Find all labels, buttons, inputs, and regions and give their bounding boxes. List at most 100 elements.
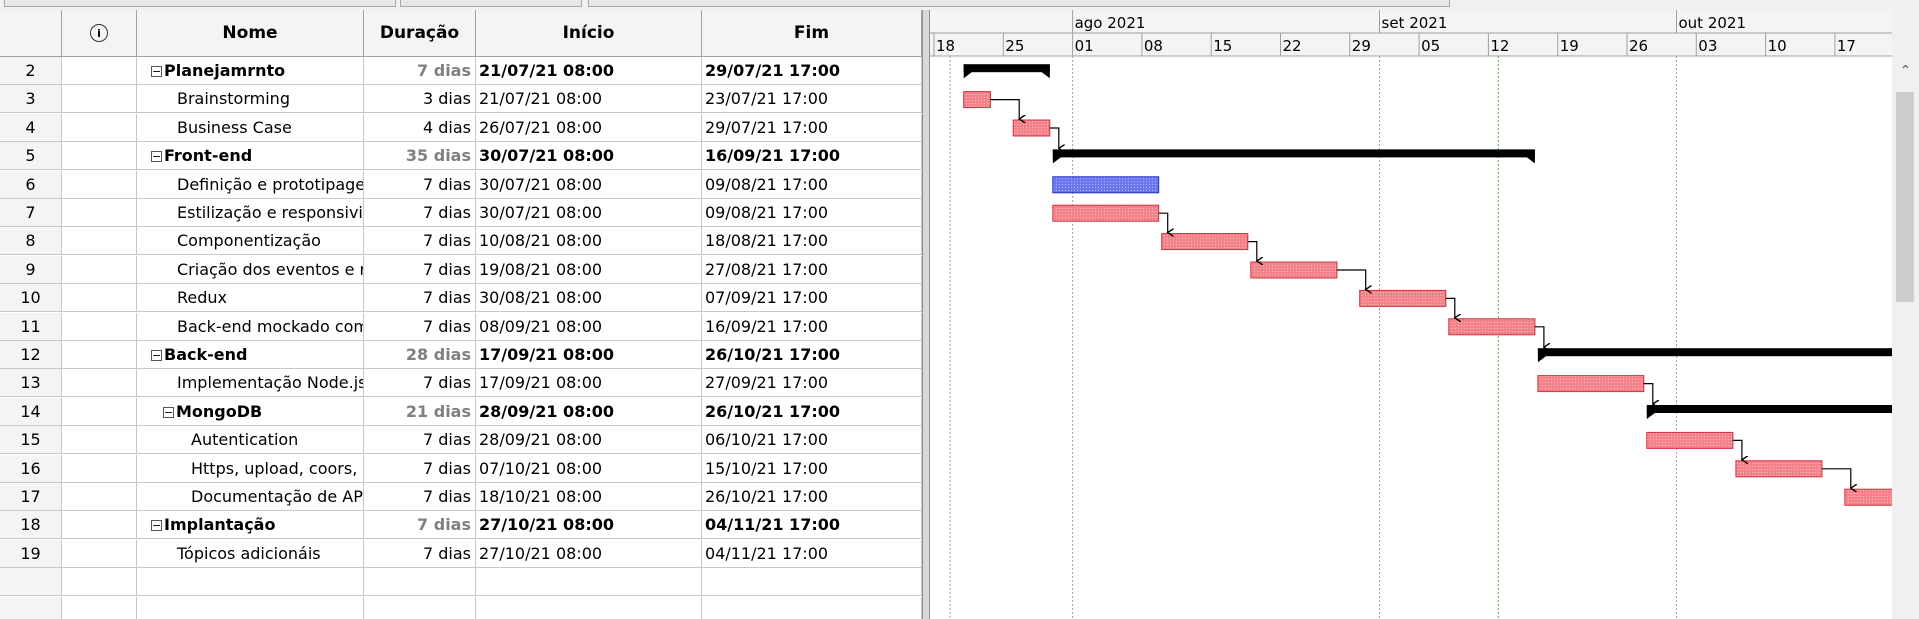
pane-splitter[interactable] (922, 10, 930, 619)
task-finish[interactable]: 26/10/21 17:00 (702, 397, 922, 425)
row-id[interactable]: 4 (0, 113, 62, 141)
toolbar-tab[interactable] (400, 0, 582, 7)
row-id[interactable]: 15 (0, 426, 62, 454)
empty-cell[interactable] (0, 596, 62, 619)
task-name-cell[interactable]: − Back-end (137, 341, 364, 368)
row-id[interactable]: 9 (0, 255, 62, 283)
collapse-toggle-icon[interactable]: − (163, 406, 174, 418)
row-id[interactable]: 17 (0, 483, 62, 510)
empty-cell[interactable] (137, 568, 364, 596)
gantt-vertical-scrollbar[interactable]: ⌃ (1892, 56, 1919, 619)
collapse-toggle-icon[interactable]: − (151, 66, 162, 77)
task-finish[interactable]: 26/10/21 17:00 (702, 483, 922, 510)
empty-row[interactable] (0, 596, 922, 619)
collapse-toggle-icon[interactable]: − (151, 151, 162, 163)
task-duration[interactable]: 7 dias (364, 426, 476, 454)
task-name-cell[interactable]: − Implantação (137, 511, 364, 539)
table-row[interactable]: 14− MongoDB 21 dias 28/09/21 08:00 26/10/21 … (0, 397, 922, 426)
empty-cell[interactable] (62, 568, 137, 596)
task-finish[interactable]: 27/08/21 17:00 (702, 255, 922, 283)
collapse-toggle-icon[interactable]: − (151, 350, 162, 361)
task-start[interactable]: 28/09/21 08:00 (476, 426, 702, 454)
table-row[interactable]: 19 Tópicos adicionáis 7 dias 27/10/21 08:00… (0, 539, 922, 568)
row-id[interactable]: 5 (0, 142, 62, 170)
task-name-cell[interactable]: Documentação de API REST (137, 483, 364, 510)
empty-cell[interactable] (476, 596, 702, 619)
task-finish[interactable]: 04/11/21 17:00 (702, 539, 922, 567)
empty-cell[interactable] (0, 568, 62, 596)
task-duration[interactable]: 7 dias (364, 483, 476, 510)
empty-row[interactable] (0, 568, 922, 597)
table-row[interactable]: 15 Autentication 7 dias 28/09/21 08:00 06/10… (0, 426, 922, 455)
table-row[interactable]: 3 Brainstorming 3 dias 21/07/21 08:00 23/07/… (0, 85, 922, 114)
empty-cell[interactable] (364, 568, 476, 596)
row-id[interactable]: 19 (0, 539, 62, 567)
task-name-cell[interactable]: Criação dos eventos e rotas (137, 255, 364, 283)
task-name-cell[interactable]: Business Case (137, 113, 364, 141)
table-row[interactable]: 7 Estilização e responsividade7 dias30/07… (0, 199, 922, 227)
task-finish[interactable]: 07/09/21 17:00 (702, 284, 922, 312)
task-duration[interactable]: 4 dias (364, 113, 476, 141)
toolbar-tab[interactable] (588, 0, 1450, 7)
task-start[interactable]: 30/08/21 08:00 (476, 284, 702, 312)
task-name-cell[interactable]: − Front-end (137, 142, 364, 170)
task-duration[interactable]: 7 dias (364, 199, 476, 226)
task-duration[interactable]: 7 dias (364, 369, 476, 397)
task-duration[interactable]: 35 dias (364, 142, 476, 170)
table-row[interactable]: 9 Criação dos eventos e rotas7 dias19/08/… (0, 255, 922, 284)
task-start[interactable]: 27/10/21 08:00 (476, 511, 702, 539)
task-start[interactable]: 21/07/21 08:00 (476, 57, 702, 84)
task-name-cell[interactable]: Redux (137, 284, 364, 312)
empty-cell[interactable] (702, 596, 922, 619)
table-row[interactable]: 13 Implementação Node.js, Express7 dias17… (0, 369, 922, 398)
table-row[interactable]: 6 Definição e prototipagem 7 dias 30/07/21 … (0, 170, 922, 199)
column-header-name[interactable]: Nome (137, 10, 364, 56)
task-start[interactable]: 26/07/21 08:00 (476, 113, 702, 141)
task-finish[interactable]: 09/08/21 17:00 (702, 170, 922, 198)
table-row[interactable]: 11 Back-end mockado com JSON7 dias08/09/2… (0, 312, 922, 341)
empty-cell[interactable] (62, 596, 137, 619)
task-finish[interactable]: 04/11/21 17:00 (702, 511, 922, 539)
task-duration[interactable]: 28 dias (364, 341, 476, 368)
task-start[interactable]: 30/07/21 08:00 (476, 142, 702, 170)
task-duration[interactable]: 21 dias (364, 397, 476, 425)
task-start[interactable]: 10/08/21 08:00 (476, 227, 702, 255)
column-header-duration[interactable]: Duração (364, 10, 476, 56)
column-header-finish[interactable]: Fim (702, 10, 922, 56)
row-id[interactable]: 11 (0, 312, 62, 340)
task-duration[interactable]: 7 dias (364, 57, 476, 84)
row-id[interactable]: 10 (0, 284, 62, 312)
table-row[interactable]: 2 − Planejamrnto 7 dias 21/07/21 08:00 29/07/… (0, 57, 922, 85)
task-finish[interactable]: 29/07/21 17:00 (702, 57, 922, 84)
empty-cell[interactable] (476, 568, 702, 596)
task-duration[interactable]: 7 dias (364, 170, 476, 198)
task-duration[interactable]: 7 dias (364, 511, 476, 539)
task-start[interactable]: 28/09/21 08:00 (476, 397, 702, 425)
task-finish[interactable]: 26/10/21 17:00 (702, 341, 922, 368)
task-start[interactable]: 07/10/21 08:00 (476, 454, 702, 482)
task-duration[interactable]: 7 dias (364, 284, 476, 312)
row-id[interactable]: 16 (0, 454, 62, 482)
scroll-thumb[interactable] (1896, 92, 1914, 302)
task-name-cell[interactable]: Definição e prototipagem (137, 170, 364, 198)
row-id[interactable]: 7 (0, 199, 62, 226)
row-id[interactable]: 3 (0, 85, 62, 113)
table-row[interactable]: 12− Back-end 28 dias 17/09/21 08:00 26/10/21… (0, 341, 922, 369)
task-start[interactable]: 30/07/21 08:00 (476, 199, 702, 226)
task-name-cell[interactable]: Https, upload, coors, ORM (137, 454, 364, 482)
task-duration[interactable]: 7 dias (364, 454, 476, 482)
row-id[interactable]: 6 (0, 170, 62, 198)
task-start[interactable]: 08/09/21 08:00 (476, 312, 702, 340)
empty-cell[interactable] (364, 596, 476, 619)
task-start[interactable]: 27/10/21 08:00 (476, 539, 702, 567)
table-row[interactable]: 16 Https, upload, coors, ORM7 dias07/10/2… (0, 454, 922, 483)
task-duration[interactable]: 7 dias (364, 312, 476, 340)
table-row[interactable]: 17 Documentação de API REST7 dias18/10/21… (0, 483, 922, 511)
table-row[interactable]: 5− Front-end 35 dias 30/07/21 08:00 16/09/21… (0, 142, 922, 171)
task-name-cell[interactable]: Autentication (137, 426, 364, 454)
row-id[interactable]: 2 (0, 57, 62, 84)
task-start[interactable]: 18/10/21 08:00 (476, 483, 702, 510)
task-name-cell[interactable]: − Planejamrnto (137, 57, 364, 84)
task-start[interactable]: 17/09/21 08:00 (476, 341, 702, 368)
task-duration[interactable]: 7 dias (364, 227, 476, 255)
